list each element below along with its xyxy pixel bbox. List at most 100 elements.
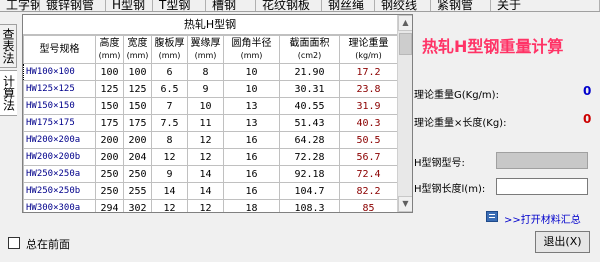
table-cell: 12 (151, 148, 188, 166)
tab-about[interactable]: 关于 (491, 0, 600, 11)
table-cell: 204 (123, 148, 152, 166)
table-cell: 9 (187, 80, 224, 98)
length-input[interactable] (496, 178, 588, 195)
table-cell: 294 (95, 199, 124, 212)
tab-channel[interactable]: 槽钢 (206, 0, 256, 11)
table-cell: 8 (187, 63, 224, 81)
always-on-top-checkbox[interactable] (8, 237, 20, 249)
table-cell: 40.55 (279, 97, 340, 115)
column-header[interactable]: 理论重量 (kg/m) (339, 35, 398, 64)
table-cell: 302 (123, 199, 152, 212)
table-cell: 100 (95, 63, 124, 81)
column-header[interactable]: 型号规格 (23, 35, 96, 64)
sidetab-lookup[interactable]: 查表法 (0, 24, 17, 68)
table-cell: 12 (151, 199, 188, 212)
weight-value: 0 (583, 84, 592, 98)
tab-h-beam[interactable]: H型钢 (106, 0, 153, 11)
table-cell: 50.5 (339, 131, 398, 149)
table-cell: 200 (123, 131, 152, 149)
table-row[interactable]: HW200×200b 200 204 12 12 16 72.28 56.7 (23, 148, 398, 166)
table-cell: 16 (223, 182, 280, 200)
table-cell: 16 (223, 131, 280, 149)
table-cell: 255 (123, 182, 152, 200)
table-cell: 100 (123, 63, 152, 81)
row-model-cell: HW200×200b (23, 148, 96, 166)
column-header[interactable]: 圆角半径 (mm) (223, 35, 280, 64)
table-row[interactable]: HW100×100 100 100 6 8 10 21.90 17.2 (23, 63, 398, 81)
steel-table[interactable]: 热轧H型钢 型号规格 高度 (mm) 宽度 (mm) 腹板厚 (mm) 翼缘厚 (mm)… (22, 14, 413, 213)
table-cell: 51.43 (279, 114, 340, 132)
table-row[interactable]: HW175×175 175 175 7.5 11 13 51.43 40.3 (23, 114, 398, 132)
table-cell: 14 (187, 165, 224, 183)
table-cell: 9 (151, 165, 188, 183)
table-cell: 175 (123, 114, 152, 132)
table-cell: 200 (95, 131, 124, 149)
tab-i-beam[interactable]: 工字钢 (0, 0, 40, 11)
sidetab-calculate[interactable]: 计算法 (0, 70, 17, 116)
table-cell: 13 (223, 97, 280, 115)
total-weight-value: 0 (583, 112, 592, 126)
table-row[interactable]: HW250×250b 250 255 14 14 16 104.7 82.2 (23, 182, 398, 200)
open-material-summary-link[interactable]: >>打开材料汇总 (504, 211, 581, 226)
column-header[interactable]: 宽度 (mm) (123, 35, 152, 64)
tab-wire-rope[interactable]: 钢丝绳 (322, 0, 375, 11)
table-row[interactable]: HW300×300a 294 302 12 12 18 108.3 85 (23, 199, 398, 212)
table-cell: 85 (339, 199, 398, 212)
table-cell: 40.3 (339, 114, 398, 132)
table-cell: 125 (123, 80, 152, 98)
table-cell: 13 (223, 114, 280, 132)
row-model-cell: HW250×250a (23, 165, 96, 183)
scroll-up-icon[interactable]: ▲ (398, 15, 412, 31)
table-cell: 250 (123, 165, 152, 183)
table-cell: 150 (95, 97, 124, 115)
table-cell: 104.7 (279, 182, 340, 200)
table-cell: 64.28 (279, 131, 340, 149)
table-row[interactable]: HW150×150 150 150 7 10 13 40.55 31.9 (23, 97, 398, 115)
tab-checkered-plate[interactable]: 花纹钢板 (256, 0, 322, 11)
table-cell: 12 (187, 148, 224, 166)
table-cell: 11 (187, 114, 224, 132)
length-label: H型钢长度l(m): (414, 184, 486, 195)
sidetab-calculate-label: 计算法 (1, 75, 16, 111)
model-label: H型钢型号: (414, 158, 465, 169)
column-header[interactable]: 翼缘厚 (mm) (187, 35, 224, 64)
row-model-cell: HW175×175 (23, 114, 96, 132)
tab-galvanized-pipe[interactable]: 镀锌钢管 (40, 0, 106, 11)
table-cell: 7 (151, 97, 188, 115)
tab-strand[interactable]: 钢绞线 (375, 0, 431, 11)
table-cell: 108.3 (279, 199, 340, 212)
table-cell: 150 (123, 97, 152, 115)
table-cell: 200 (95, 148, 124, 166)
tab-strip: 工字钢 镀锌钢管 H型钢 T型钢 槽钢 花纹钢板 钢丝绳 钢绞线 紧钢管 关于 (0, 0, 600, 12)
table-scrollbar[interactable]: ▲ ▼ (397, 15, 412, 212)
table-cell: 12 (187, 131, 224, 149)
tab-t-beam[interactable]: T型钢 (153, 0, 206, 11)
table-row[interactable]: HW200×200a 200 200 8 12 16 64.28 50.5 (23, 131, 398, 149)
row-model-cell: HW300×300a (23, 199, 96, 212)
table-row[interactable]: HW125×125 125 125 6.5 9 10 30.31 23.8 (23, 80, 398, 98)
table-cell: 17.2 (339, 63, 398, 81)
scroll-thumb[interactable] (399, 33, 412, 55)
material-summary-icon[interactable] (486, 211, 498, 222)
table-row[interactable]: HW250×250a 250 250 9 14 16 92.18 72.4 (23, 165, 398, 183)
tab-steel-pipe[interactable]: 紧钢管 (431, 0, 491, 11)
table-cell: 14 (187, 182, 224, 200)
sidetab-lookup-label: 查表法 (1, 28, 15, 64)
column-header[interactable]: 腹板厚 (mm) (151, 35, 188, 64)
table-cell: 250 (95, 182, 124, 200)
exit-button[interactable]: 退出(X) (535, 231, 590, 253)
column-header[interactable]: 截面面积 (cm2) (279, 35, 340, 64)
table-cell: 56.7 (339, 148, 398, 166)
table-cell: 21.90 (279, 63, 340, 81)
always-on-top-label[interactable]: 总在前面 (26, 236, 70, 252)
row-model-cell: HW125×125 (23, 80, 96, 98)
column-header[interactable]: 高度 (mm) (95, 35, 124, 64)
table-cell: 6.5 (151, 80, 188, 98)
table-cell: 18 (223, 199, 280, 212)
scroll-down-icon[interactable]: ▼ (398, 196, 412, 212)
table-cell: 10 (187, 97, 224, 115)
table-cell: 12 (187, 199, 224, 212)
table-cell: 23.8 (339, 80, 398, 98)
table-cell: 16 (223, 148, 280, 166)
table-cell: 6 (151, 63, 188, 81)
